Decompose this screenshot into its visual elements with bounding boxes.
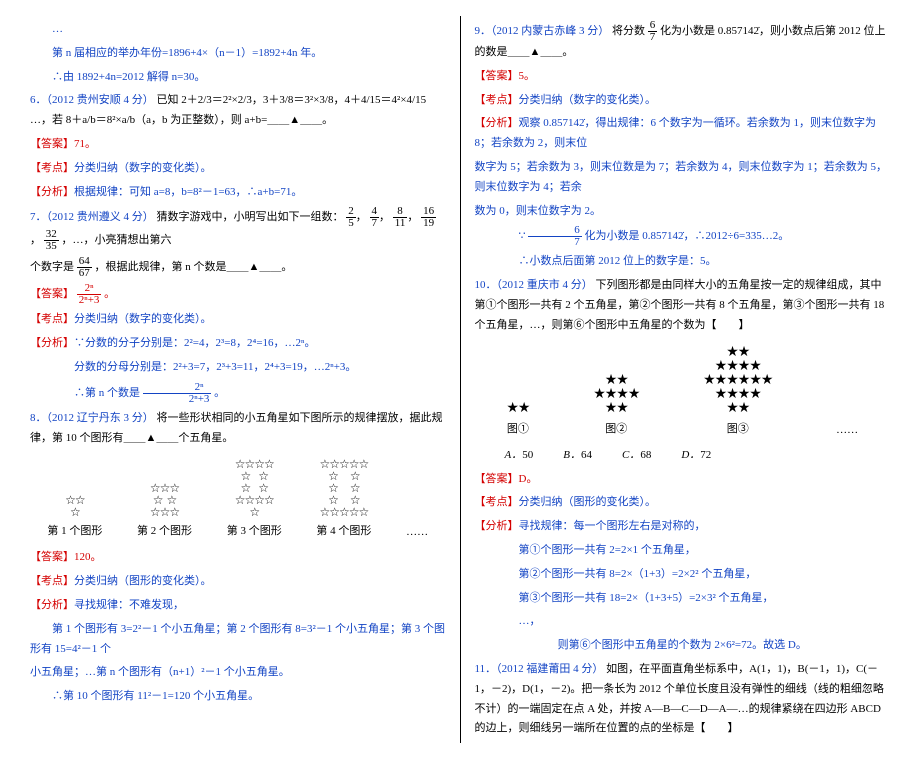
figure-set-2: ★★ 图① ★★★★★★★★ 图② ★★★★★★★★★★★★★★★★★★ 图③ …: [475, 346, 891, 436]
kaodian: 【考点】分类归纳（数字的变化类）。: [30, 159, 446, 179]
fraction: 67: [648, 20, 658, 43]
fraction: 2ⁿ2ⁿ+3: [143, 382, 212, 405]
q7: 7．（2012 贵州遵义 4 分） 猜数字游戏中，小明写出如下一组数： 25， …: [30, 206, 446, 252]
q9: 9．（2012 内蒙古赤峰 3 分） 将分数 67 化为小数是 0.857142…: [475, 20, 891, 63]
fenxi-line: 则第⑥个图形中五角星的个数为 2×6²=72。故选 D。: [475, 636, 891, 656]
fenxi-line: ∵ 67 化为小数是 0.857142̇，∴2012÷6=335…2。: [475, 225, 891, 248]
fenxi-line: ∴第 n 个数是 2ⁿ2ⁿ+3 。: [30, 382, 446, 405]
fenxi-line: 数字为 5；若余数为 3，则末位数是为 7；若余数为 4，则末位数字为 1；若余…: [475, 158, 891, 198]
fraction: 6467: [77, 256, 92, 279]
fenxi-line: 第③个图形一共有 18=2×（1+3+5）=2×3² 个五角星，: [475, 589, 891, 609]
options: A．50 B．64 C．68 D．72: [505, 446, 891, 462]
fraction: 47: [370, 206, 380, 229]
fenxi-line: 分数的分母分别是：2²+3=7，2³+3=11，2⁴+3=19，…2ⁿ+3。: [30, 358, 446, 378]
val: 71。: [74, 138, 96, 150]
answer: 【答案】D。: [475, 470, 891, 490]
fenxi: 【分析】寻找规律：每一个图形左右是对称的，: [475, 517, 891, 537]
kaodian: 【考点】分类归纳（数字的变化类）。: [475, 91, 891, 111]
fenxi: 【分析】根据规律：可知 a=8，b=8²－1=63，∴a+b=71。: [30, 183, 446, 203]
fenxi: 【分析】观察 0.857142̇，得出规律：6 个数字为一循环。若余数为 1，则…: [475, 114, 891, 154]
figure-set-1: ☆☆☆ 第 1 个图形 ☆☆☆☆ ☆☆☆☆ 第 2 个图形 ☆☆☆☆☆ ☆☆ ☆…: [30, 458, 446, 538]
fenxi-line: 小五角星；…第 n 个图形有（n+1）²－1 个小五角星。: [30, 663, 446, 683]
figure-3: ☆☆☆☆☆ ☆☆ ☆☆☆☆☆☆ 第 3 个图形: [227, 458, 282, 538]
figure-1: ☆☆☆ 第 1 个图形: [47, 494, 102, 538]
text: …: [30, 20, 446, 40]
q6: 6．（2012 贵州安顺 4 分） 已知 2＋2/3＝2²×2/3，3＋3/8＝…: [30, 91, 446, 131]
figure-dots: ……: [406, 526, 428, 538]
fraction: 2ⁿ2ⁿ+3: [77, 283, 102, 306]
fenxi-line: ∴第 10 个图形有 11²－1=120 个小五角星。: [30, 687, 446, 707]
q-head: 6．（2012 贵州安顺 4 分）: [30, 94, 154, 106]
option-c: C．68: [622, 446, 651, 462]
fenxi-line: 第 1 个图形有 3=2²－1 个小五角星；第 2 个图形有 8=3²－1 个小…: [30, 620, 446, 660]
option-a: A．50: [505, 446, 534, 462]
fenxi: 【分析】∵分数的分子分别是：2²=4，2³=8，2⁴=16，…2ⁿ。: [30, 334, 446, 354]
q10: 10．（2012 重庆市 4 分） 下列图形都是由同样大小的五角星按一定的规律组…: [475, 276, 891, 335]
label: 【答案】: [30, 138, 74, 150]
q8: 8．（2012 辽宁丹东 3 分） 将一些形状相同的小五角星如下图所示的规律摆放…: [30, 409, 446, 449]
kaodian: 【考点】分类归纳（图形的变化类）。: [30, 572, 446, 592]
fenxi-line: 第②个图形一共有 8=2×（1+3）=2×2² 个五角星，: [475, 565, 891, 585]
fraction: 1619: [421, 206, 436, 229]
figure-3: ★★★★★★★★★★★★★★★★★★ 图③: [703, 346, 772, 436]
fraction: 67: [528, 225, 582, 248]
q11: 11．（2012 福建莆田 4 分） 如图，在平面直角坐标系中，A(1，1)，B…: [475, 660, 891, 739]
fenxi-line: …，: [475, 612, 891, 632]
kaodian: 【考点】分类归纳（图形的变化类）。: [475, 493, 891, 513]
kaodian: 【考点】分类归纳（数字的变化类）。: [30, 310, 446, 330]
answer: 【答案】 2ⁿ2ⁿ+3 。: [30, 283, 446, 306]
q7-line2: 个数字是 6467 ，根据此规律，第 n 个数是＿＿▲＿＿。: [30, 256, 446, 279]
figure-4: ☆☆☆☆☆☆ ☆☆ ☆☆ ☆☆☆☆☆☆ 第 4 个图形: [316, 458, 371, 538]
fraction: 3235: [44, 229, 59, 252]
fraction: 25: [346, 206, 356, 229]
answer: 【答案】71。: [30, 135, 446, 155]
text: 第 n 届相应的举办年份=1896+4×（n－1）=1892+4n 年。: [30, 44, 446, 64]
option-d: D．72: [681, 446, 711, 462]
figure-2: ★★★★★★★★ 图②: [593, 374, 639, 436]
fenxi-line: ∴小数点后面第 2012 位上的数字是：5。: [475, 252, 891, 272]
fenxi: 【分析】寻找规律：不难发现，: [30, 596, 446, 616]
option-b: B．64: [563, 446, 592, 462]
answer: 【答案】120。: [30, 548, 446, 568]
figure-dots: ……: [836, 424, 858, 436]
text: ∴由 1892+4n=2012 解得 n=30。: [30, 68, 446, 88]
figure-2: ☆☆☆☆ ☆☆☆☆ 第 2 个图形: [137, 482, 192, 538]
answer: 【答案】5。: [475, 67, 891, 87]
figure-1: ★★ 图①: [506, 402, 529, 436]
fraction: 811: [393, 206, 408, 229]
fenxi-line: 第①个图形一共有 2=2×1 个五角星，: [475, 541, 891, 561]
fenxi-line: 数为 0，则末位数字为 2。: [475, 202, 891, 222]
